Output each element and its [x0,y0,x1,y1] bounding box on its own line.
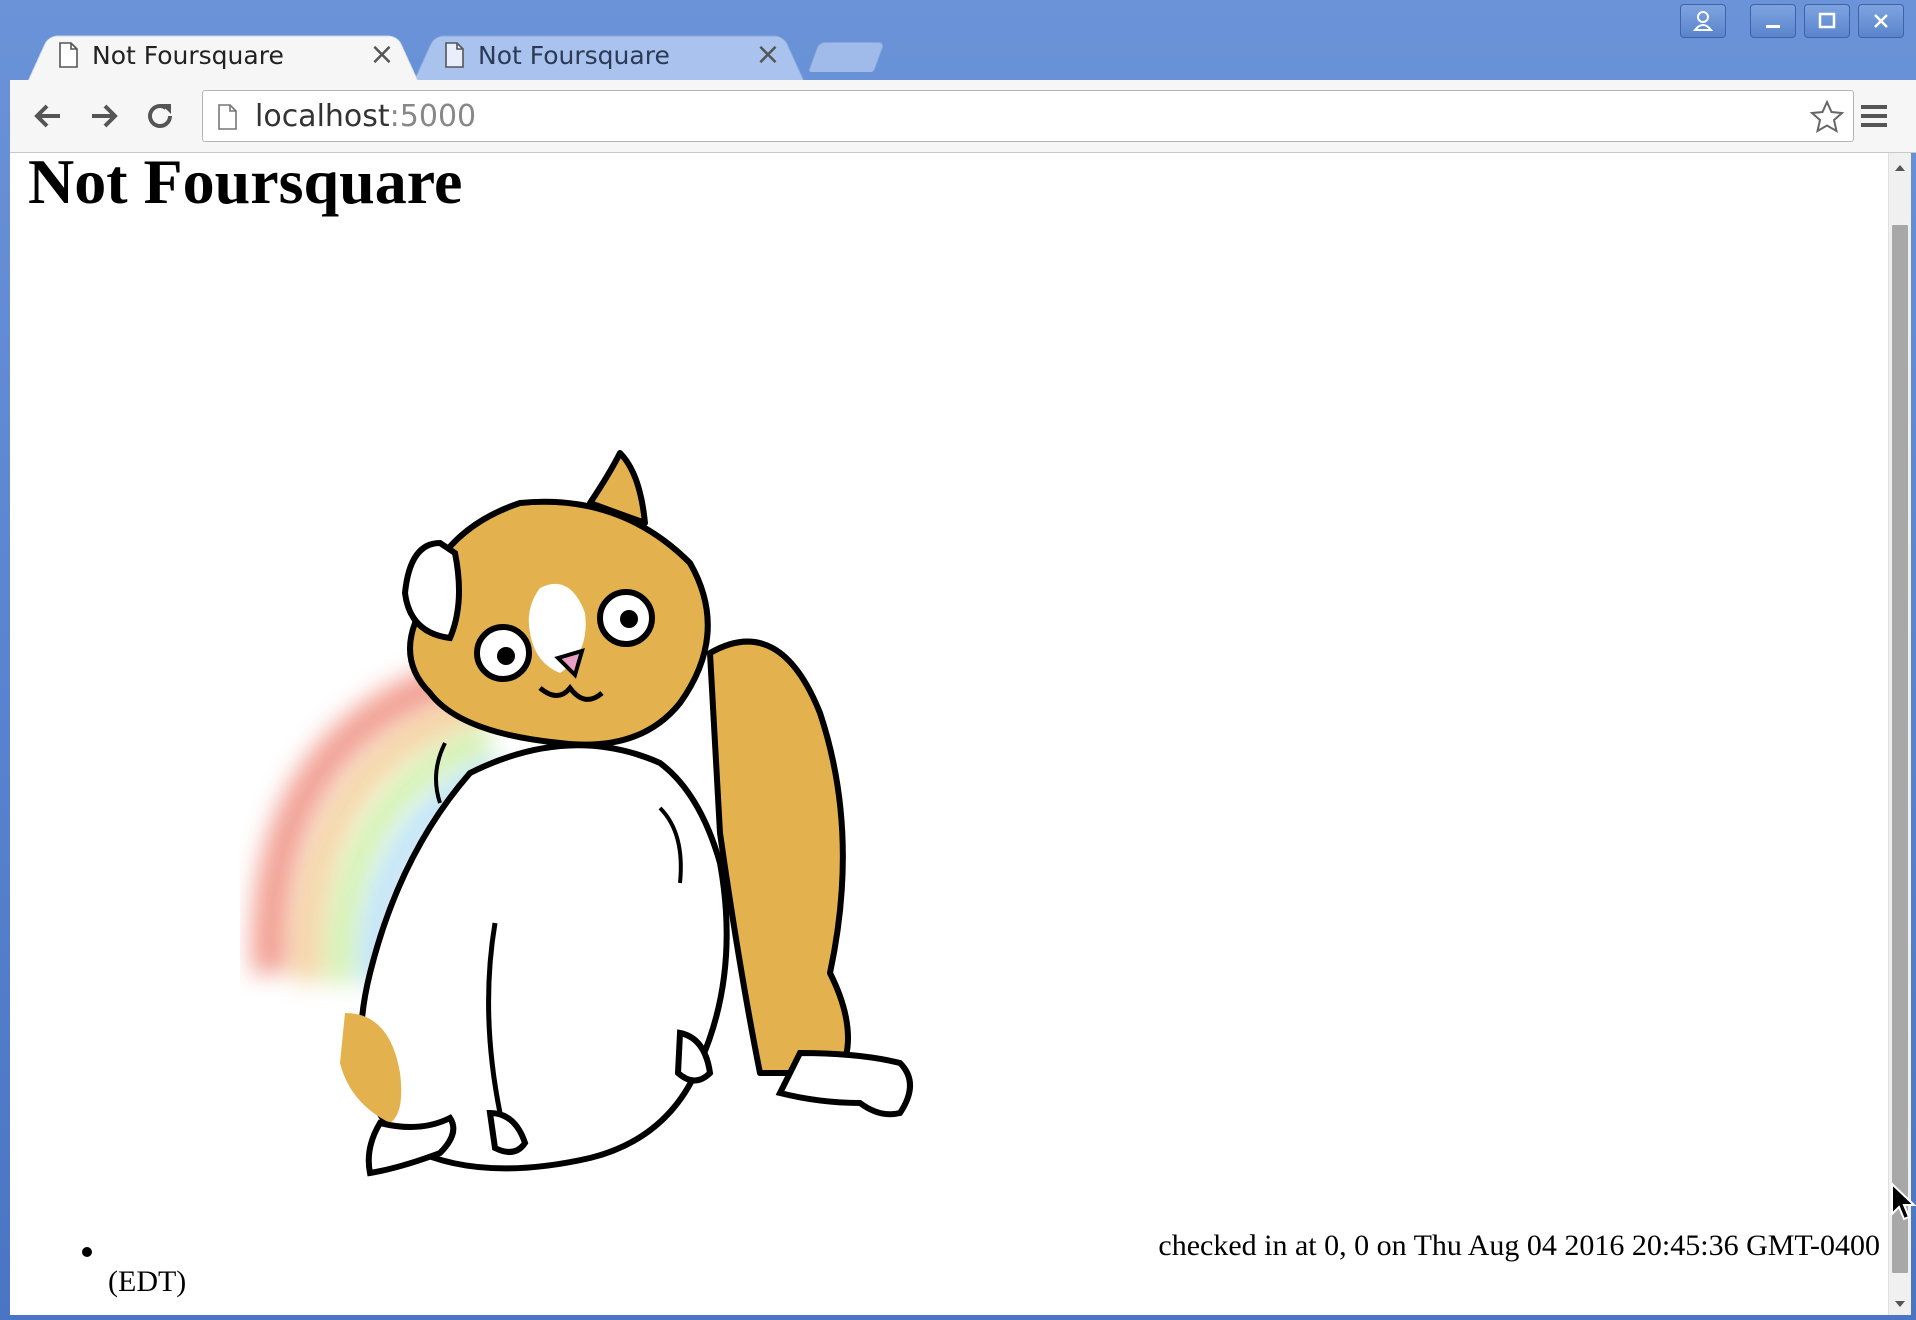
scroll-thumb[interactable] [1892,225,1908,1273]
new-tab-button[interactable] [808,42,885,72]
tab-close-icon[interactable]: × [754,40,782,70]
tab-active[interactable]: Not Foursquare × [28,30,418,80]
page-icon [445,42,464,68]
browser-window: Not Foursquare × Not Foursquare × localh… [0,0,1916,1320]
url-port: :5000 [389,99,477,134]
page-icon [218,104,237,130]
page-icon [59,42,78,68]
bullet [82,1247,92,1257]
browser-toolbar: localhost:5000 [10,80,1916,153]
scroll-up-arrow-icon[interactable] [1893,161,1907,175]
window-controls [1680,4,1904,38]
checkin-timezone: (EDT) [108,1265,187,1298]
url-host: localhost [255,99,390,134]
mouse-cursor-icon [1891,1182,1916,1221]
tab-title: Not Foursquare [478,40,670,70]
tab-strip: Not Foursquare × Not Foursquare × [0,0,1916,80]
reload-icon[interactable] [138,94,182,138]
checkin-text: checked in at 0, 0 on Thu Aug 04 2016 20… [1158,1229,1880,1262]
url-text: localhost:5000 [255,99,476,134]
vertical-scrollbar[interactable] [1888,153,1911,1315]
star-icon[interactable] [1809,99,1845,135]
close-window-button[interactable] [1858,4,1904,38]
tab-close-icon[interactable]: × [368,40,396,70]
maximize-button[interactable] [1804,4,1850,38]
tab-inactive[interactable]: Not Foursquare × [414,30,804,80]
page-title: Not Foursquare [28,153,463,217]
back-arrow-icon[interactable] [26,94,70,138]
page-content: Not Foursquare checked in at 0, 0 on Thu… [10,153,1888,1315]
hamster-rainbow-illustration [251,450,913,1177]
forward-arrow-icon[interactable] [82,94,126,138]
minimize-button[interactable] [1750,4,1796,38]
scroll-down-arrow-icon[interactable] [1893,1297,1907,1311]
profile-icon[interactable] [1680,4,1726,38]
address-bar[interactable]: localhost:5000 [202,90,1854,142]
tab-title: Not Foursquare [92,40,284,70]
hamburger-menu-icon[interactable] [1852,94,1896,138]
